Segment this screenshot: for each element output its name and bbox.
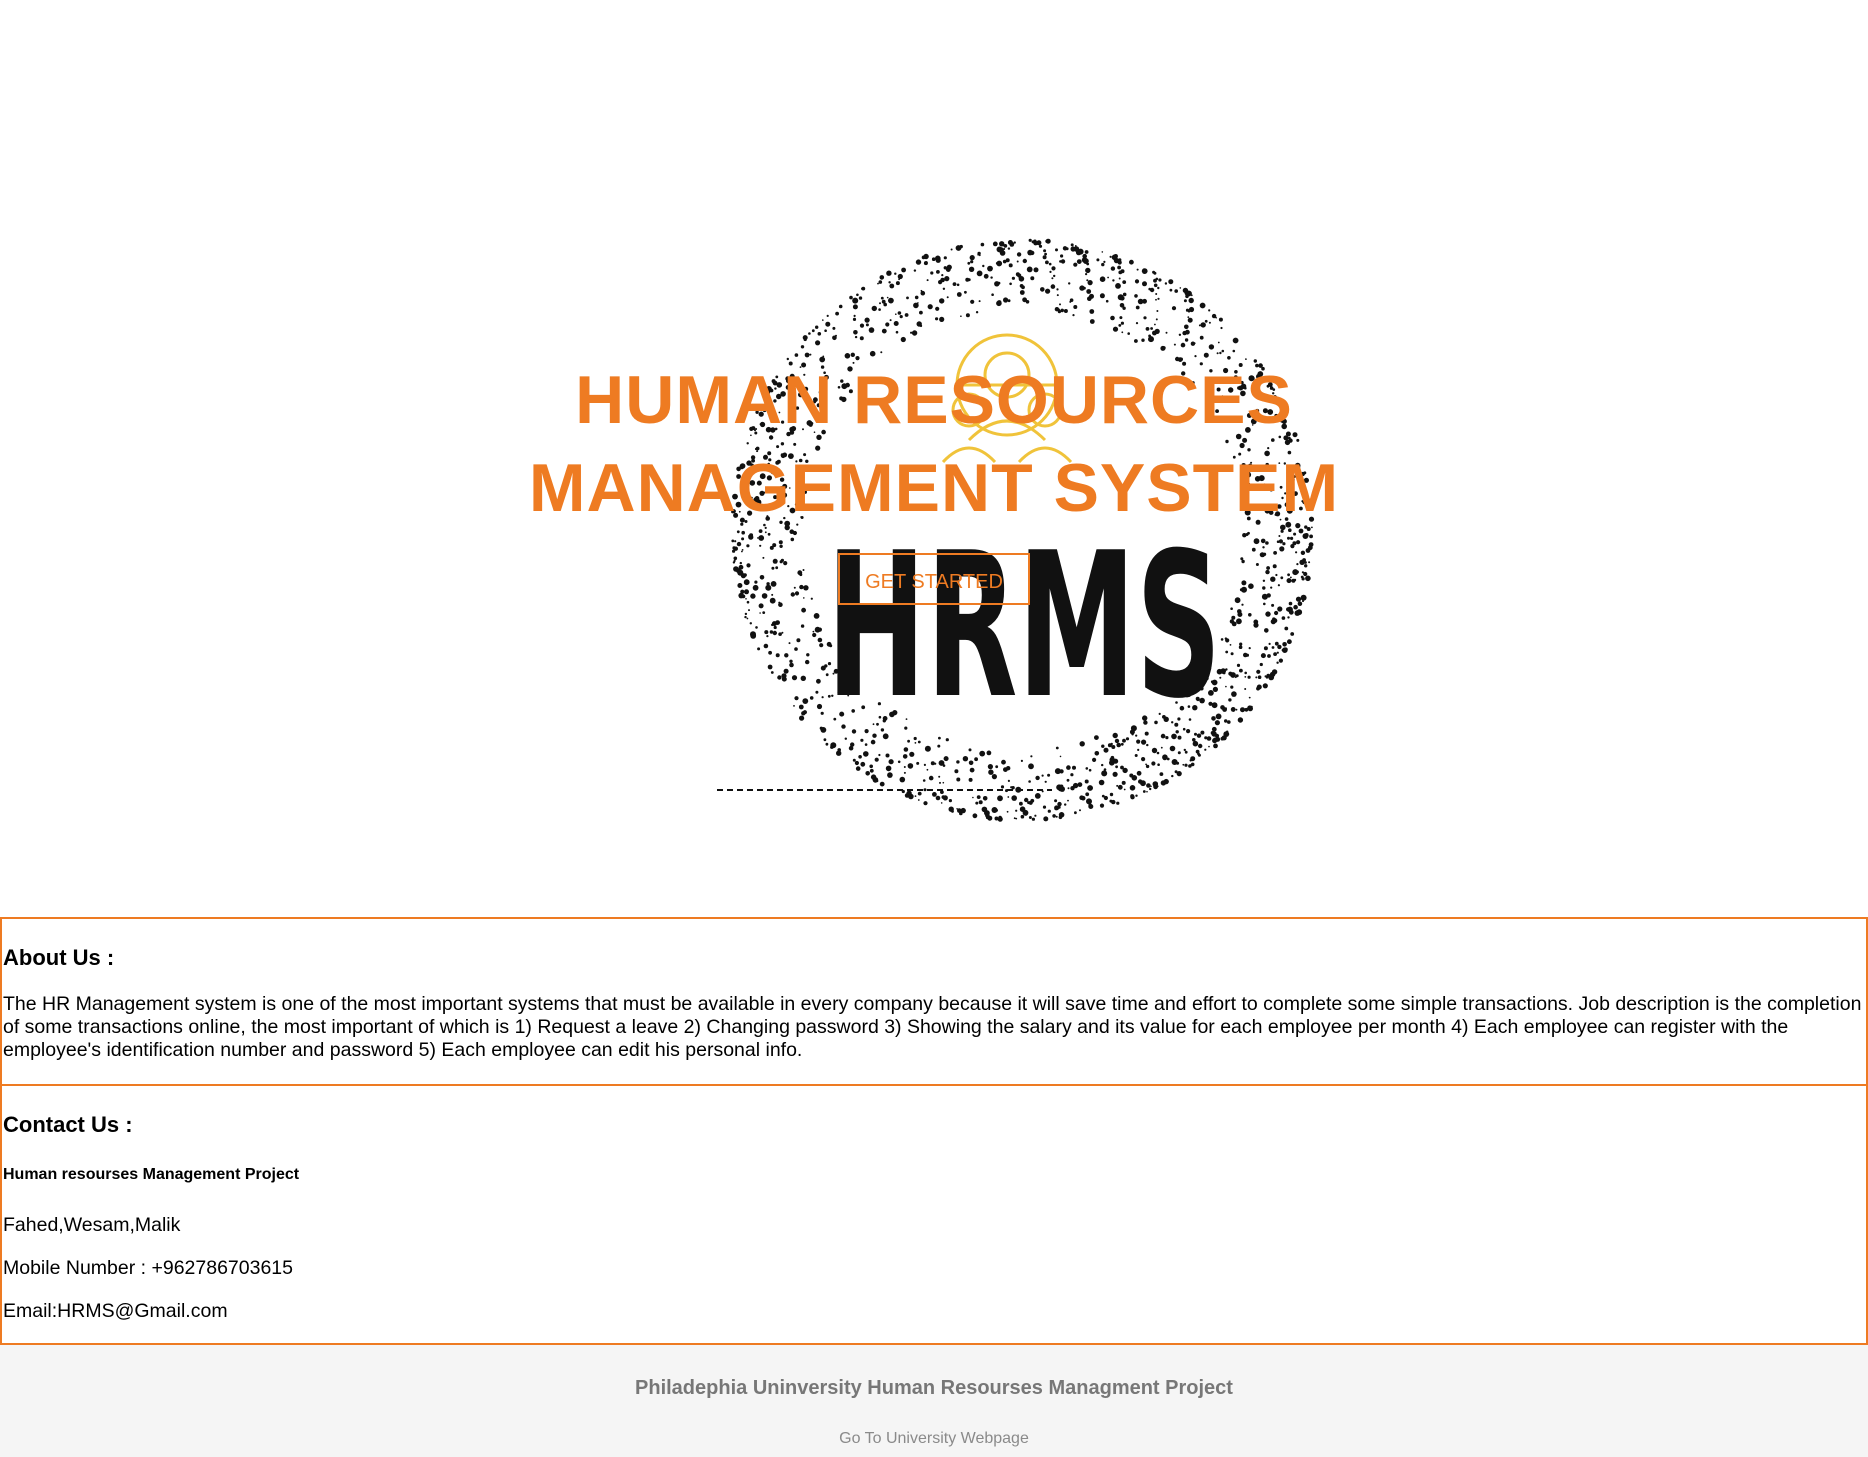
about-section: About Us : The HR Management system is o… (0, 917, 1868, 1086)
about-heading: About Us : (3, 945, 115, 970)
hero-title-line-2: MANAGEMENT SYSTEM (528, 450, 1340, 526)
contact-heading: Contact Us : (3, 1112, 133, 1137)
contact-mobile: Mobile Number : +962786703615 (3, 1257, 293, 1279)
footer-title: Philadephia Uninversity Human Resourses … (635, 1377, 1233, 1399)
contact-project: Human resourses Management Project (3, 1166, 300, 1183)
hero-title-line-1: HUMAN RESOURCES (575, 362, 1293, 438)
get-started-button[interactable]: GET STARTED (838, 553, 1030, 605)
hero-title: HUMAN RESOURCES MANAGEMENT SYSTEM (0, 356, 1868, 532)
university-webpage-link[interactable]: Go To University Webpage (0, 1430, 1868, 1448)
page: HRMS HUMAN RESOURCES MANAGEMENT SYSTEM G… (0, 0, 1868, 1457)
about-body: The HR Management system is one of the m… (3, 993, 1862, 1061)
contact-email: Email:HRMS@Gmail.com (3, 1300, 228, 1322)
logo-text: HRMS (827, 510, 1222, 743)
contact-names: Fahed,Wesam,Malik (3, 1214, 181, 1236)
contact-section: Contact Us : Human resourses Management … (0, 1084, 1868, 1345)
footer: Philadephia Uninversity Human Resourses … (0, 1345, 1868, 1457)
hero-section: HRMS HUMAN RESOURCES MANAGEMENT SYSTEM G… (0, 0, 1868, 917)
